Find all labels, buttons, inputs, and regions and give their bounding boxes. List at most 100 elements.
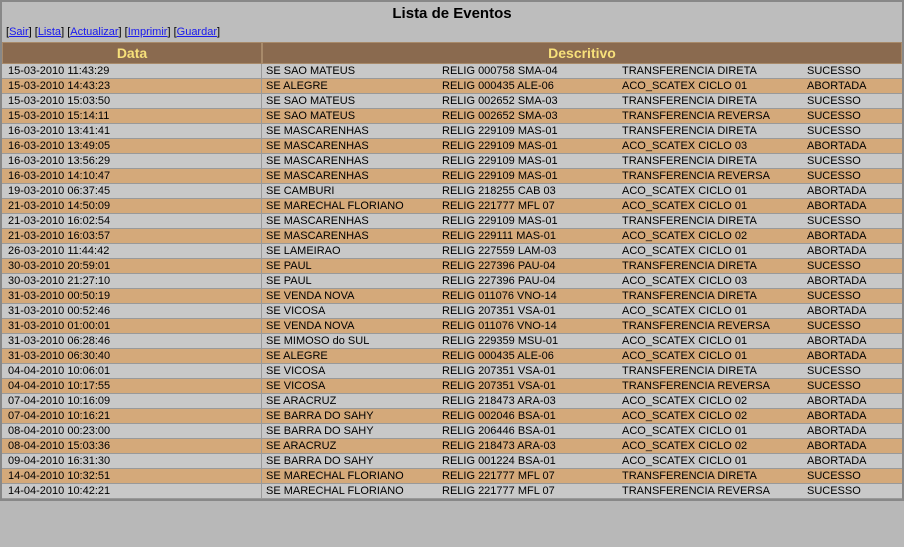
table-row: 31-03-2010 06:30:40SE ALEGRERELIG 000435… [2, 349, 902, 364]
desc-location: SE ARACRUZ [262, 395, 442, 407]
table-row: 14-04-2010 10:42:21SE MARECHAL FLORIANOR… [2, 484, 902, 499]
desc-event-type: TRANSFERENCIA REVERSA [622, 320, 807, 332]
desc-result: ABORTADA [807, 335, 902, 347]
cell-description: SE BARRA DO SAHYRELIG 001224 BSA-01ACO_S… [262, 454, 902, 468]
table-row: 15-03-2010 11:43:29SE SAO MATEUSRELIG 00… [2, 64, 902, 79]
cell-description: SE MASCARENHASRELIG 229109 MAS-01TRANSFE… [262, 214, 902, 228]
desc-location: SE VENDA NOVA [262, 320, 442, 332]
desc-result: ABORTADA [807, 140, 902, 152]
cell-description: SE MASCARENHASRELIG 229109 MAS-01TRANSFE… [262, 154, 902, 168]
desc-location: SE VICOSA [262, 305, 442, 317]
desc-relay-code: RELIG 001224 BSA-01 [442, 455, 622, 467]
desc-event-type: TRANSFERENCIA DIRETA [622, 125, 807, 137]
desc-event-type: ACO_SCATEX CICLO 01 [622, 200, 807, 212]
cell-timestamp: 26-03-2010 11:44:42 [2, 244, 262, 258]
list-link[interactable]: Lista [38, 26, 61, 38]
desc-location: SE SAO MATEUS [262, 110, 442, 122]
desc-location: SE VENDA NOVA [262, 290, 442, 302]
desc-event-type: TRANSFERENCIA REVERSA [622, 380, 807, 392]
desc-relay-code: RELIG 218255 CAB 03 [442, 185, 622, 197]
table-row: 15-03-2010 15:03:50SE SAO MATEUSRELIG 00… [2, 94, 902, 109]
desc-event-type: ACO_SCATEX CICLO 01 [622, 455, 807, 467]
desc-event-type: TRANSFERENCIA REVERSA [622, 485, 807, 497]
desc-event-type: ACO_SCATEX CICLO 02 [622, 410, 807, 422]
table-row: 16-03-2010 14:10:47SE MASCARENHASRELIG 2… [2, 169, 902, 184]
desc-event-type: TRANSFERENCIA DIRETA [622, 260, 807, 272]
desc-location: SE PAUL [262, 260, 442, 272]
desc-result: SUCESSO [807, 365, 902, 377]
table-row: 14-04-2010 10:32:51SE MARECHAL FLORIANOR… [2, 469, 902, 484]
cell-timestamp: 19-03-2010 06:37:45 [2, 184, 262, 198]
desc-event-type: TRANSFERENCIA DIRETA [622, 290, 807, 302]
desc-location: SE MIMOSO do SUL [262, 335, 442, 347]
page-title: Lista de Eventos [2, 2, 902, 24]
desc-event-type: ACO_SCATEX CICLO 03 [622, 275, 807, 287]
desc-location: SE MARECHAL FLORIANO [262, 485, 442, 497]
cell-description: SE MASCARENHASRELIG 229109 MAS-01TRANSFE… [262, 124, 902, 138]
desc-result: ABORTADA [807, 185, 902, 197]
cell-description: SE MARECHAL FLORIANORELIG 221777 MFL 07T… [262, 484, 902, 498]
cell-description: SE PAULRELIG 227396 PAU-04ACO_SCATEX CIC… [262, 274, 902, 288]
desc-relay-code: RELIG 000758 SMA-04 [442, 65, 622, 77]
cell-description: SE MASCARENHASRELIG 229111 MAS-01ACO_SCA… [262, 229, 902, 243]
exit-link[interactable]: Sair [9, 26, 29, 38]
desc-relay-code: RELIG 000435 ALE-06 [442, 350, 622, 362]
table-row: 16-03-2010 13:49:05SE MASCARENHASRELIG 2… [2, 139, 902, 154]
table-row: 16-03-2010 13:56:29SE MASCARENHASRELIG 2… [2, 154, 902, 169]
desc-event-type: TRANSFERENCIA DIRETA [622, 65, 807, 77]
print-link[interactable]: Imprimir [128, 26, 168, 38]
desc-event-type: TRANSFERENCIA DIRETA [622, 470, 807, 482]
desc-event-type: ACO_SCATEX CICLO 01 [622, 350, 807, 362]
desc-event-type: ACO_SCATEX CICLO 01 [622, 245, 807, 257]
cell-timestamp: 04-04-2010 10:17:55 [2, 379, 262, 393]
desc-location: SE BARRA DO SAHY [262, 410, 442, 422]
desc-relay-code: RELIG 207351 VSA-01 [442, 305, 622, 317]
desc-relay-code: RELIG 011076 VNO-14 [442, 320, 622, 332]
desc-relay-code: RELIG 229109 MAS-01 [442, 140, 622, 152]
table-row: 30-03-2010 21:27:10SE PAULRELIG 227396 P… [2, 274, 902, 289]
cell-timestamp: 31-03-2010 06:28:46 [2, 334, 262, 348]
desc-result: ABORTADA [807, 440, 902, 452]
cell-description: SE ARACRUZRELIG 218473 ARA-03ACO_SCATEX … [262, 439, 902, 453]
cell-timestamp: 07-04-2010 10:16:09 [2, 394, 262, 408]
desc-result: ABORTADA [807, 275, 902, 287]
cell-description: SE MASCARENHASRELIG 229109 MAS-01ACO_SCA… [262, 139, 902, 153]
desc-relay-code: RELIG 000435 ALE-06 [442, 80, 622, 92]
desc-relay-code: RELIG 221777 MFL 07 [442, 470, 622, 482]
desc-relay-code: RELIG 227396 PAU-04 [442, 260, 622, 272]
cell-timestamp: 31-03-2010 00:52:46 [2, 304, 262, 318]
cell-timestamp: 15-03-2010 11:43:29 [2, 64, 262, 78]
desc-result: SUCESSO [807, 65, 902, 77]
desc-location: SE MARECHAL FLORIANO [262, 200, 442, 212]
desc-result: SUCESSO [807, 485, 902, 497]
cell-timestamp: 09-04-2010 16:31:30 [2, 454, 262, 468]
desc-location: SE MASCARENHAS [262, 125, 442, 137]
desc-event-type: TRANSFERENCIA DIRETA [622, 365, 807, 377]
cell-description: SE VENDA NOVARELIG 011076 VNO-14TRANSFER… [262, 319, 902, 333]
desc-result: SUCESSO [807, 215, 902, 227]
desc-result: ABORTADA [807, 305, 902, 317]
table-row: 31-03-2010 00:50:19SE VENDA NOVARELIG 01… [2, 289, 902, 304]
desc-event-type: ACO_SCATEX CICLO 01 [622, 185, 807, 197]
table-row: 04-04-2010 10:17:55SE VICOSARELIG 207351… [2, 379, 902, 394]
desc-relay-code: RELIG 227559 LAM-03 [442, 245, 622, 257]
desc-relay-code: RELIG 221777 MFL 07 [442, 485, 622, 497]
desc-relay-code: RELIG 229359 MSU-01 [442, 335, 622, 347]
desc-event-type: ACO_SCATEX CICLO 02 [622, 440, 807, 452]
cell-description: SE CAMBURIRELIG 218255 CAB 03ACO_SCATEX … [262, 184, 902, 198]
refresh-link[interactable]: Actualizar [70, 26, 118, 38]
desc-relay-code: RELIG 218473 ARA-03 [442, 440, 622, 452]
desc-event-type: TRANSFERENCIA REVERSA [622, 110, 807, 122]
cell-description: SE LAMEIRAORELIG 227559 LAM-03ACO_SCATEX… [262, 244, 902, 258]
table-row: 07-04-2010 10:16:21SE BARRA DO SAHYRELIG… [2, 409, 902, 424]
save-link[interactable]: Guardar [177, 26, 217, 38]
desc-event-type: ACO_SCATEX CICLO 01 [622, 305, 807, 317]
desc-relay-code: RELIG 229109 MAS-01 [442, 170, 622, 182]
cell-timestamp: 16-03-2010 13:41:41 [2, 124, 262, 138]
table-row: 08-04-2010 00:23:00SE BARRA DO SAHYRELIG… [2, 424, 902, 439]
desc-result: ABORTADA [807, 350, 902, 362]
desc-location: SE MASCARENHAS [262, 215, 442, 227]
table-row: 26-03-2010 11:44:42SE LAMEIRAORELIG 2275… [2, 244, 902, 259]
cell-timestamp: 16-03-2010 14:10:47 [2, 169, 262, 183]
cell-description: SE MASCARENHASRELIG 229109 MAS-01TRANSFE… [262, 169, 902, 183]
